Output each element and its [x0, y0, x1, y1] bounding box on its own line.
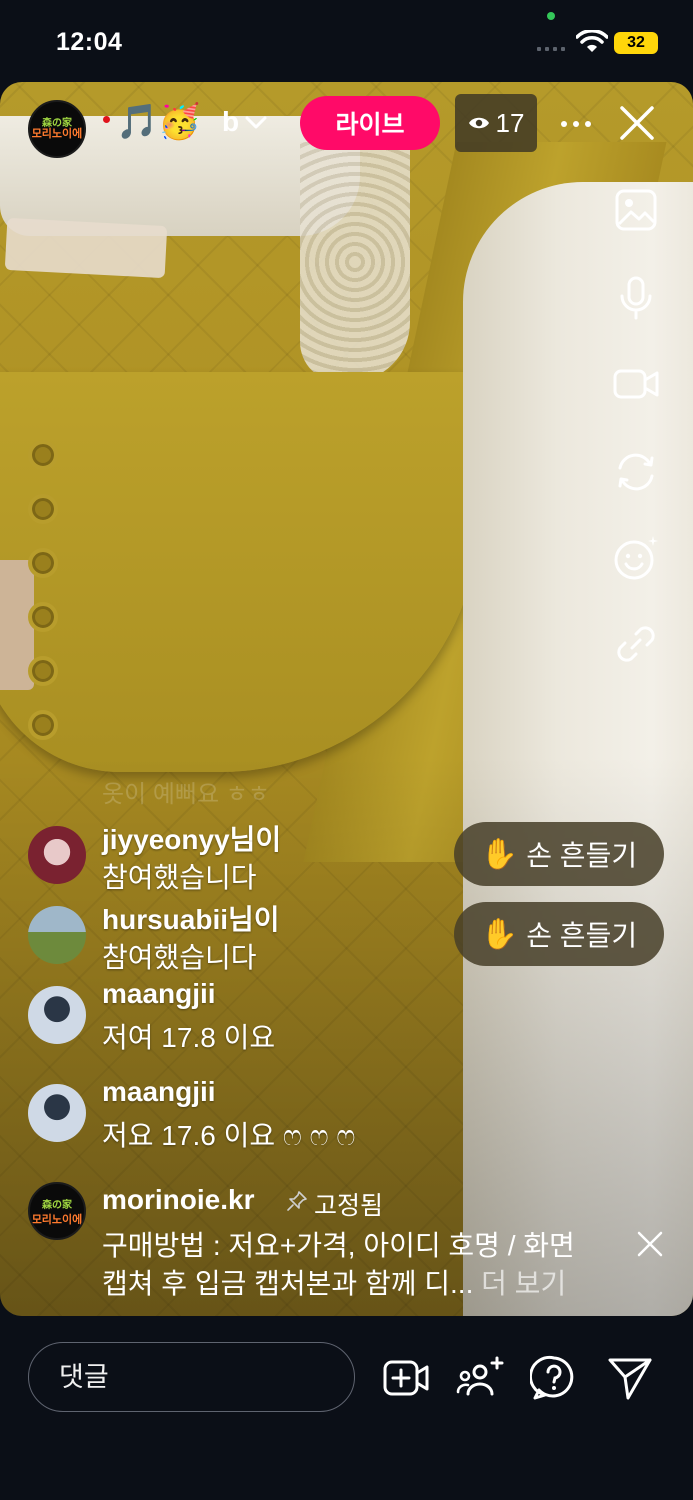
live-badge: 라이브	[300, 96, 440, 150]
microphone-icon[interactable]	[610, 272, 662, 324]
comment-text: 저여 17.8 이요	[102, 1022, 276, 1053]
host-avatar[interactable]: 森の家 모리노이에	[28, 100, 86, 158]
status-bar: 12:04 32	[0, 0, 693, 82]
wave-button-label: 손 흔들기	[526, 920, 638, 951]
status-time: 12:04	[56, 28, 123, 56]
viewer-count: 17	[495, 107, 525, 138]
comment-text: 저요 17.6 이요 ෆ ෆ ෆ	[102, 1120, 356, 1151]
cellular-signal-icon	[537, 47, 565, 51]
add-guest-icon[interactable]	[456, 1354, 504, 1402]
waving-hand-icon: ✋	[480, 916, 519, 952]
wave-button-label: 손 흔들기	[526, 840, 638, 871]
image-icon[interactable]	[610, 184, 662, 236]
faded-comment-text: 옷이 예뻐요 ㅎㅎ	[102, 781, 270, 808]
close-pinned-icon[interactable]	[634, 1228, 666, 1260]
pinned-status: 고정됨	[314, 1192, 384, 1220]
video-camera-icon[interactable]	[610, 358, 662, 410]
comment-username[interactable]: maangjii	[102, 978, 216, 1010]
music-emoji-icon: 🎵🥳	[116, 102, 201, 142]
chevron-down-icon[interactable]	[244, 114, 268, 132]
wifi-icon	[576, 30, 608, 52]
avatar[interactable]	[28, 986, 86, 1044]
comment-text: 참여했습니다	[102, 942, 257, 973]
flip-camera-icon[interactable]	[610, 446, 662, 498]
host-logo-bottom: 모리노이에	[31, 127, 83, 140]
link-icon[interactable]	[610, 618, 662, 670]
avatar[interactable]	[28, 1084, 86, 1142]
pinned-logo-bottom: 모리노이에	[31, 1213, 83, 1226]
comment-text: 참여했습니다	[102, 862, 257, 893]
viewer-count-badge[interactable]: 17	[455, 94, 537, 152]
pinned-text-line-2: 캡쳐 후 입금 캡처본과 함께 디... 더 보기	[102, 1262, 566, 1302]
camera-indicator-icon	[547, 12, 555, 20]
effects-face-icon[interactable]	[610, 532, 662, 584]
waving-hand-icon: ✋	[480, 836, 519, 872]
more-options-icon[interactable]	[556, 106, 596, 142]
comment-username[interactable]: jiyyeonyy님이	[102, 818, 281, 858]
add-video-icon[interactable]	[382, 1354, 430, 1402]
live-dot-icon	[103, 116, 110, 123]
battery-icon: 32	[614, 32, 658, 54]
avatar[interactable]	[28, 906, 86, 964]
question-icon[interactable]	[530, 1354, 578, 1402]
comment-username[interactable]: maangjii	[102, 1076, 216, 1108]
eye-icon	[468, 117, 489, 129]
pinned-username[interactable]: morinoie.kr	[102, 1184, 254, 1216]
see-more-link[interactable]: 더 보기	[481, 1268, 566, 1299]
pinned-logo-top: 森の家	[41, 1199, 72, 1211]
send-icon[interactable]	[606, 1354, 654, 1402]
avatar[interactable]	[28, 826, 86, 884]
pinned-avatar[interactable]: 森の家 모리노이에	[28, 1182, 86, 1240]
comment-username[interactable]: hursuabii님이	[102, 898, 280, 938]
comment-input[interactable]	[28, 1342, 355, 1412]
pinned-text-line-2-body: 캡쳐 후 입금 캡처본과 함께 디...	[102, 1268, 474, 1299]
wave-button[interactable]: ✋ 손 흔들기	[454, 902, 664, 966]
pin-icon	[287, 1191, 307, 1211]
host-logo-top: 森の家	[41, 117, 72, 129]
pinned-text-line-1: 구매방법 : 저요+가격, 아이디 호명 / 화면	[102, 1230, 575, 1261]
wave-button[interactable]: ✋ 손 흔들기	[454, 822, 664, 886]
host-name[interactable]: b	[222, 106, 239, 138]
close-live-icon[interactable]	[614, 100, 660, 146]
